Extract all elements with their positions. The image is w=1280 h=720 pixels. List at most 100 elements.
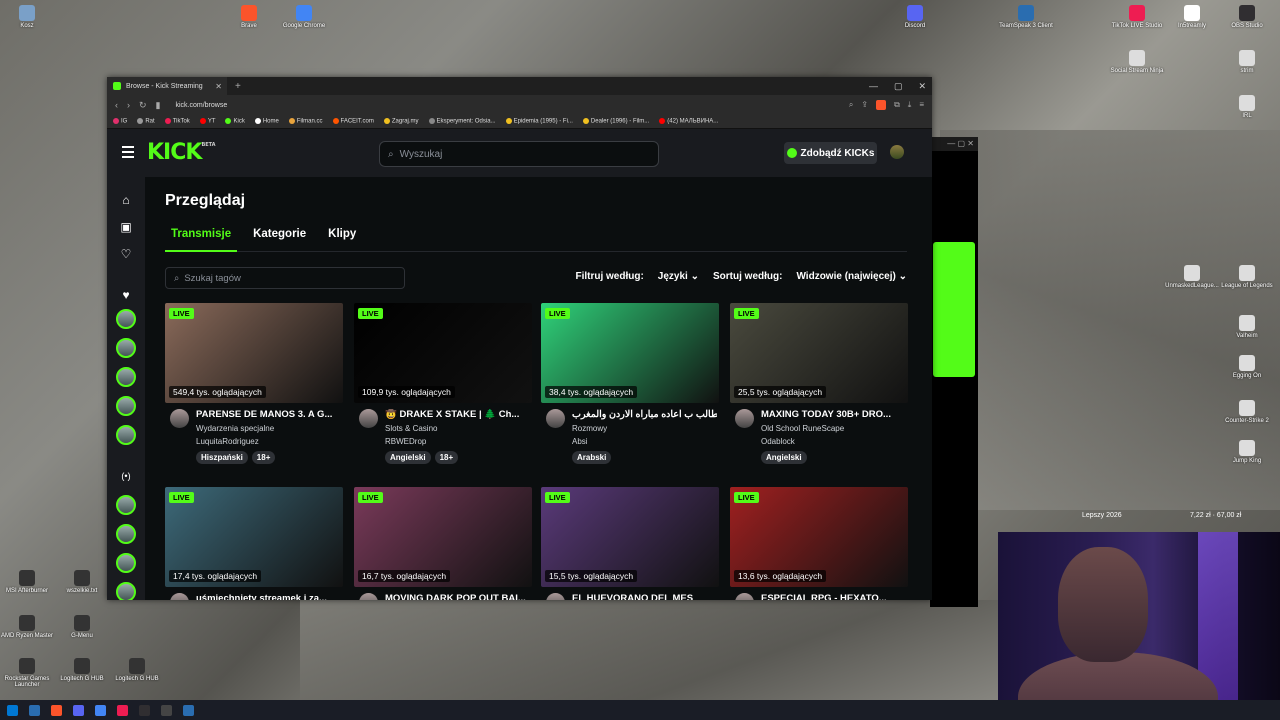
taskbar-app-icon[interactable] <box>7 704 18 716</box>
stream-category[interactable]: Wydarzenia specjalne <box>196 424 274 433</box>
stream-title[interactable]: EL HUEVORANO DEL MES <box>572 593 717 600</box>
stream-thumbnail[interactable]: LIVE 15,5 tys. oglądających <box>541 487 719 587</box>
stream-card[interactable]: LIVE 109,9 tys. oglądających 🤠 DRAKE X STA… <box>354 303 532 473</box>
downloads-icon[interactable]: ⤓ <box>908 100 912 110</box>
bookmark-icon[interactable]: ▮ <box>156 100 161 111</box>
channel-avatar[interactable] <box>735 593 754 600</box>
channel-avatar[interactable] <box>359 409 378 428</box>
recommended-channel-avatar[interactable] <box>116 495 136 515</box>
desktop-icon[interactable]: Egging On <box>1217 355 1277 379</box>
bookmark-item[interactable]: TikTok <box>164 118 190 125</box>
channel-avatar[interactable] <box>359 593 378 600</box>
channel-avatar[interactable] <box>170 409 189 428</box>
desktop-icon[interactable]: strim <box>1217 50 1277 74</box>
tag-search-input[interactable]: ⌕ Szukaj tagów <box>165 267 405 289</box>
stream-category[interactable]: Rozmowy <box>572 424 607 433</box>
desktop-icon[interactable]: Valheim <box>1217 315 1277 339</box>
stream-title[interactable]: 🤠 DRAKE X STAKE | 🌲 Ch... <box>385 409 530 420</box>
desktop-icon[interactable]: Google Chrome <box>274 5 334 29</box>
close-tab-icon[interactable]: ✕ <box>215 82 222 91</box>
search-input[interactable]: ⌕ Wyszukaj <box>379 141 659 167</box>
desktop-icon[interactable]: G-Menu <box>52 615 112 639</box>
taskbar-app-icon[interactable] <box>161 704 172 716</box>
brave-shield-icon[interactable] <box>876 100 887 110</box>
desktop-icon[interactable]: Logitech G HUB <box>107 658 167 682</box>
close-window-icon[interactable]: ✕ <box>918 77 926 95</box>
forward-icon[interactable]: › <box>127 100 130 110</box>
extensions-icon[interactable]: ⧉ <box>894 100 900 110</box>
channel-name[interactable]: Absi <box>572 437 588 446</box>
taskbar-app-icon[interactable] <box>73 704 84 716</box>
stream-title[interactable]: نطالب ب اعاده مباراه الاردن والمغرب <box>572 409 717 420</box>
stream-thumbnail[interactable]: LIVE 549,4 tys. oglądających <box>165 303 343 403</box>
channel-name[interactable]: Odablock <box>761 437 795 446</box>
desktop-icon[interactable]: Kosz <box>0 5 57 29</box>
channel-avatar[interactable] <box>170 593 189 600</box>
recommended-channel-avatar[interactable] <box>116 553 136 573</box>
stream-title[interactable]: ESPECIAL RPG - HEXATO... <box>761 593 906 600</box>
stream-category[interactable]: Old School RuneScape <box>761 424 844 433</box>
stream-thumbnail[interactable]: LIVE 16,7 tys. oglądających <box>354 487 532 587</box>
stream-card[interactable]: LIVE 549,4 tys. oglądających PARENSE DE MA… <box>165 303 343 473</box>
bookmark-item[interactable]: Home <box>254 118 279 125</box>
stream-category[interactable]: Slots & Casino <box>385 424 437 433</box>
tag-badge[interactable]: 18+ <box>251 451 276 464</box>
stream-card[interactable]: LIVE 38,4 tys. oglądających نطالب ب اعاده … <box>541 303 719 473</box>
following-heart-icon[interactable]: ♡ <box>119 247 133 261</box>
desktop-icon[interactable]: AMD Ryzen Master <box>0 615 57 639</box>
browse-icon[interactable]: ▣ <box>119 220 133 234</box>
stream-card[interactable]: LIVE 25,5 tys. oglądających MAXING TODAY 3… <box>730 303 908 473</box>
zoom-icon[interactable]: ⌕ <box>849 100 853 110</box>
tag-badge[interactable]: 18+ <box>434 451 459 464</box>
channel-avatar[interactable] <box>546 409 565 428</box>
bookmark-item[interactable]: FACEIT.com <box>332 118 374 125</box>
back-icon[interactable]: ‹ <box>115 100 118 110</box>
stream-thumbnail[interactable]: LIVE 109,9 tys. oglądających <box>354 303 532 403</box>
tab-kategorie[interactable]: Kategorie <box>247 228 312 252</box>
desktop-icon[interactable]: wszelkie.txt <box>52 570 112 594</box>
stream-card[interactable]: LIVE 16,7 tys. oglądających MOVING DARK PO… <box>354 487 532 600</box>
desktop-icon[interactable]: IRL <box>1217 95 1277 119</box>
desktop-icon[interactable]: Discord <box>885 5 945 29</box>
bookmark-item[interactable]: (42) МАЛЬВИНА... <box>659 118 718 125</box>
bookmark-item[interactable]: Zagraj.my <box>383 118 419 125</box>
sort-dropdown[interactable]: Widzowie (najwięcej) ⌄ <box>796 271 907 282</box>
bookmark-item[interactable]: Eksperyment: Odsia... <box>428 118 496 125</box>
taskbar-app-icon[interactable] <box>51 704 62 716</box>
desktop-icon[interactable]: TikTok LIVE Studio <box>1107 5 1167 29</box>
stream-card[interactable]: LIVE 13,6 tys. oglądających ESPECIAL RPG -… <box>730 487 908 600</box>
maximize-icon[interactable]: ▢ <box>894 77 903 95</box>
tag-badge[interactable]: Arabski <box>572 451 612 464</box>
bookmark-item[interactable]: YT <box>199 118 215 125</box>
tag-badge[interactable]: Angielski <box>761 451 807 464</box>
stream-title[interactable]: MAXING TODAY 30B+ DRO... <box>761 409 906 420</box>
stream-title[interactable]: PARENSE DE MANOS 3. A G... <box>196 409 341 420</box>
desktop-icon[interactable]: Rockstar Games Launcher <box>0 658 57 688</box>
address-bar[interactable]: kick.com/browse <box>176 102 840 109</box>
taskbar-app-icon[interactable] <box>139 704 150 716</box>
stream-title[interactable]: MOVING DARK POP OUT BAI... <box>385 593 530 600</box>
tab-klipy[interactable]: Klipy <box>322 228 362 252</box>
desktop-icon[interactable]: Brave <box>219 5 279 29</box>
minimize-icon[interactable]: — <box>869 77 878 95</box>
followed-channel-avatar[interactable] <box>116 338 136 358</box>
bookmark-item[interactable]: Kick <box>225 118 245 125</box>
hamburger-menu-icon[interactable] <box>122 146 134 158</box>
stream-thumbnail[interactable]: LIVE 38,4 tys. oglądających <box>541 303 719 403</box>
browser-tab[interactable]: Browse - Kick Streaming ✕ <box>107 77 227 95</box>
desktop-icon[interactable]: UnmaskedLeague... <box>1162 265 1222 289</box>
desktop-icon[interactable]: League of Legends <box>1217 265 1277 289</box>
desktop-icon[interactable]: Social Stream Ninja <box>1107 50 1167 74</box>
bookmark-item[interactable]: Rat <box>137 118 155 125</box>
channel-avatar[interactable] <box>546 593 565 600</box>
followed-channel-avatar[interactable] <box>116 367 136 387</box>
user-avatar[interactable] <box>890 145 904 159</box>
bookmark-item[interactable]: IG <box>113 118 127 125</box>
background-window-controls[interactable]: — ▢ ✕ <box>930 137 978 151</box>
stream-card[interactable]: LIVE 17,4 tys. oglądających uśmiechnięty s… <box>165 487 343 600</box>
taskbar-app-icon[interactable] <box>183 704 194 716</box>
stream-thumbnail[interactable]: LIVE 25,5 tys. oglądających <box>730 303 908 403</box>
desktop-icon[interactable]: Counter-Strike 2 <box>1217 400 1277 424</box>
reload-icon[interactable]: ↻ <box>139 100 147 111</box>
followed-channel-avatar[interactable] <box>116 396 136 416</box>
